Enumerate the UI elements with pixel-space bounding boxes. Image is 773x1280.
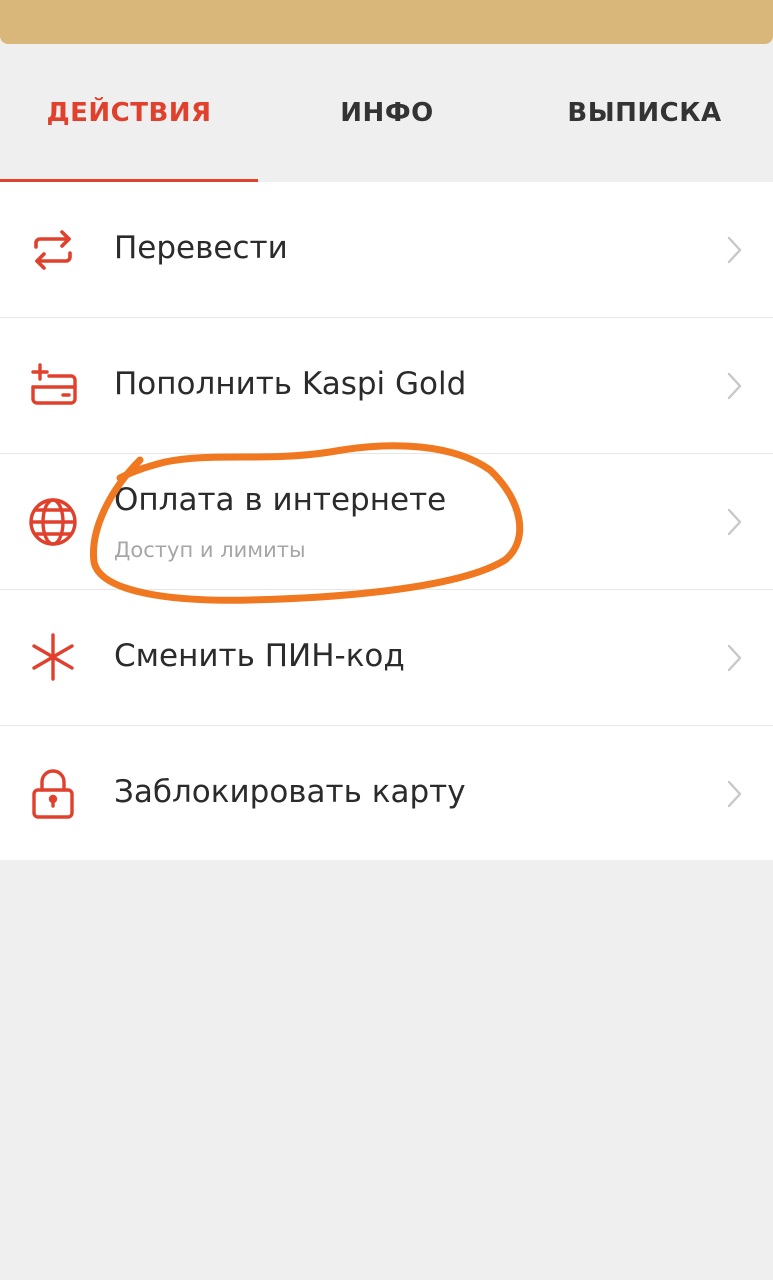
- tab-bar: ДЕЙСТВИЯ ИНФО ВЫПИСКА: [0, 44, 773, 182]
- asterisk-icon: [24, 628, 82, 686]
- top-up-card-icon: [24, 356, 82, 414]
- chevron-right-icon: [727, 780, 742, 808]
- tab-statement[interactable]: ВЫПИСКА: [516, 44, 773, 182]
- chevron-right-icon: [727, 236, 742, 264]
- list-item-sublabel: Доступ и лимиты: [114, 538, 306, 562]
- list-item-label: Оплата в интернете: [114, 482, 447, 518]
- lock-icon: [24, 765, 82, 823]
- list-item-label: Заблокировать карту: [114, 774, 466, 810]
- card-top-edge: [0, 0, 773, 44]
- actions-list: Перевести Пополнить Kaspi Gold Оплата в …: [0, 182, 773, 860]
- list-item-label: Перевести: [114, 230, 288, 266]
- list-item-block-card[interactable]: Заблокировать карту: [0, 726, 773, 862]
- globe-icon: [24, 493, 82, 551]
- tab-actions[interactable]: ДЕЙСТВИЯ: [0, 44, 258, 182]
- tab-info[interactable]: ИНФО: [258, 44, 516, 182]
- list-item-transfer[interactable]: Перевести: [0, 182, 773, 318]
- list-item-label: Сменить ПИН-код: [114, 638, 405, 674]
- list-item-top-up[interactable]: Пополнить Kaspi Gold: [0, 318, 773, 454]
- list-item-online-payment[interactable]: Оплата в интернете Доступ и лимиты: [0, 454, 773, 590]
- chevron-right-icon: [727, 508, 742, 536]
- chevron-right-icon: [727, 644, 742, 672]
- list-item-label: Пополнить Kaspi Gold: [114, 366, 467, 402]
- chevron-right-icon: [727, 372, 742, 400]
- transfer-arrows-icon: [24, 221, 82, 279]
- list-item-change-pin[interactable]: Сменить ПИН-код: [0, 590, 773, 726]
